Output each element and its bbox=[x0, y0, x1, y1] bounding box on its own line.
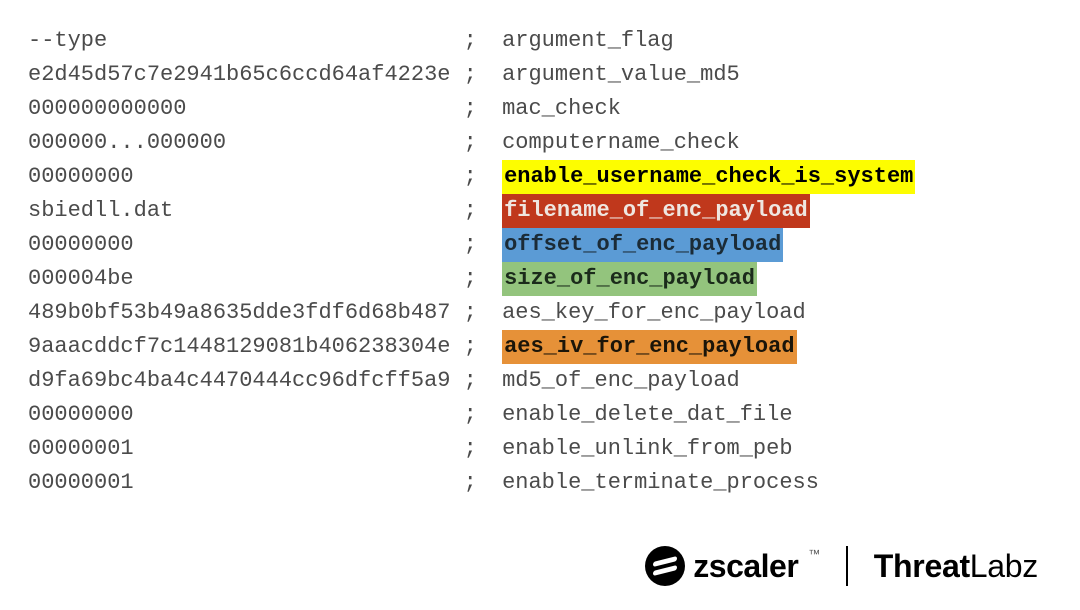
code-row: 9aaacddcf7c1448129081b406238304e ; aes_i… bbox=[28, 330, 1080, 364]
code-row: sbiedll.dat ; filename_of_enc_payload bbox=[28, 194, 1080, 228]
footer-branding: zscaler ™ ThreatLabz bbox=[645, 546, 1038, 586]
row-separator: ; bbox=[464, 58, 502, 92]
row-value: --type bbox=[28, 24, 464, 58]
threatlabz-bold: Threat bbox=[874, 548, 970, 584]
code-row: --type ; argument_flag bbox=[28, 24, 1080, 58]
row-separator: ; bbox=[464, 126, 502, 160]
row-comment: enable_delete_dat_file bbox=[502, 398, 792, 432]
code-row: 00000000 ; enable_delete_dat_file bbox=[28, 398, 1080, 432]
code-row: 00000000 ; enable_username_check_is_syst… bbox=[28, 160, 1080, 194]
row-separator: ; bbox=[464, 262, 502, 296]
row-separator: ; bbox=[464, 228, 502, 262]
row-separator: ; bbox=[464, 92, 502, 126]
row-value: 489b0bf53b49a8635dde3fdf6d68b487 bbox=[28, 296, 464, 330]
row-comment: argument_value_md5 bbox=[502, 58, 740, 92]
zscaler-wordmark: zscaler bbox=[693, 548, 798, 585]
row-comment: filename_of_enc_payload bbox=[502, 194, 810, 228]
row-value: d9fa69bc4ba4c4470444cc96dfcff5a9 bbox=[28, 364, 464, 398]
row-separator: ; bbox=[464, 398, 502, 432]
code-row: e2d45d57c7e2941b65c6ccd64af4223e ; argum… bbox=[28, 58, 1080, 92]
row-separator: ; bbox=[464, 194, 502, 228]
row-comment: md5_of_enc_payload bbox=[502, 364, 740, 398]
row-value: 00000001 bbox=[28, 466, 464, 500]
row-comment: aes_iv_for_enc_payload bbox=[502, 330, 796, 364]
code-row: 00000000 ; offset_of_enc_payload bbox=[28, 228, 1080, 262]
threatlabz-logo: ThreatLabz bbox=[874, 548, 1038, 585]
row-separator: ; bbox=[464, 466, 502, 500]
row-separator: ; bbox=[464, 330, 502, 364]
footer-divider bbox=[846, 546, 848, 586]
row-comment: computername_check bbox=[502, 126, 740, 160]
row-separator: ; bbox=[464, 296, 502, 330]
code-listing: --type ; argument_flage2d45d57c7e2941b65… bbox=[0, 0, 1080, 500]
row-value: 00000000 bbox=[28, 160, 464, 194]
code-row: 000004be ; size_of_enc_payload bbox=[28, 262, 1080, 296]
trademark-symbol: ™ bbox=[808, 547, 820, 561]
zscaler-logo: zscaler ™ bbox=[645, 546, 820, 586]
row-comment: offset_of_enc_payload bbox=[502, 228, 783, 262]
row-value: 9aaacddcf7c1448129081b406238304e bbox=[28, 330, 464, 364]
row-separator: ; bbox=[464, 364, 502, 398]
threatlabz-light: Labz bbox=[970, 548, 1038, 584]
row-value: 00000000 bbox=[28, 228, 464, 262]
row-value: 00000000 bbox=[28, 398, 464, 432]
code-row: 00000001 ; enable_unlink_from_peb bbox=[28, 432, 1080, 466]
code-row: 489b0bf53b49a8635dde3fdf6d68b487 ; aes_k… bbox=[28, 296, 1080, 330]
code-row: d9fa69bc4ba4c4470444cc96dfcff5a9 ; md5_o… bbox=[28, 364, 1080, 398]
row-comment: enable_unlink_from_peb bbox=[502, 432, 792, 466]
row-value: 000000000000 bbox=[28, 92, 464, 126]
zscaler-icon bbox=[645, 546, 685, 586]
row-value: 000004be bbox=[28, 262, 464, 296]
row-value: e2d45d57c7e2941b65c6ccd64af4223e bbox=[28, 58, 464, 92]
row-value: 000000...000000 bbox=[28, 126, 464, 160]
row-value: sbiedll.dat bbox=[28, 194, 464, 228]
row-comment: size_of_enc_payload bbox=[502, 262, 757, 296]
row-comment: enable_terminate_process bbox=[502, 466, 819, 500]
code-row: 00000001 ; enable_terminate_process bbox=[28, 466, 1080, 500]
row-comment: mac_check bbox=[502, 92, 621, 126]
row-value: 00000001 bbox=[28, 432, 464, 466]
code-row: 000000...000000 ; computername_check bbox=[28, 126, 1080, 160]
row-separator: ; bbox=[464, 160, 502, 194]
row-comment: aes_key_for_enc_payload bbox=[502, 296, 806, 330]
row-separator: ; bbox=[464, 24, 502, 58]
row-comment: enable_username_check_is_system bbox=[502, 160, 915, 194]
row-separator: ; bbox=[464, 432, 502, 466]
row-comment: argument_flag bbox=[502, 24, 674, 58]
code-row: 000000000000 ; mac_check bbox=[28, 92, 1080, 126]
